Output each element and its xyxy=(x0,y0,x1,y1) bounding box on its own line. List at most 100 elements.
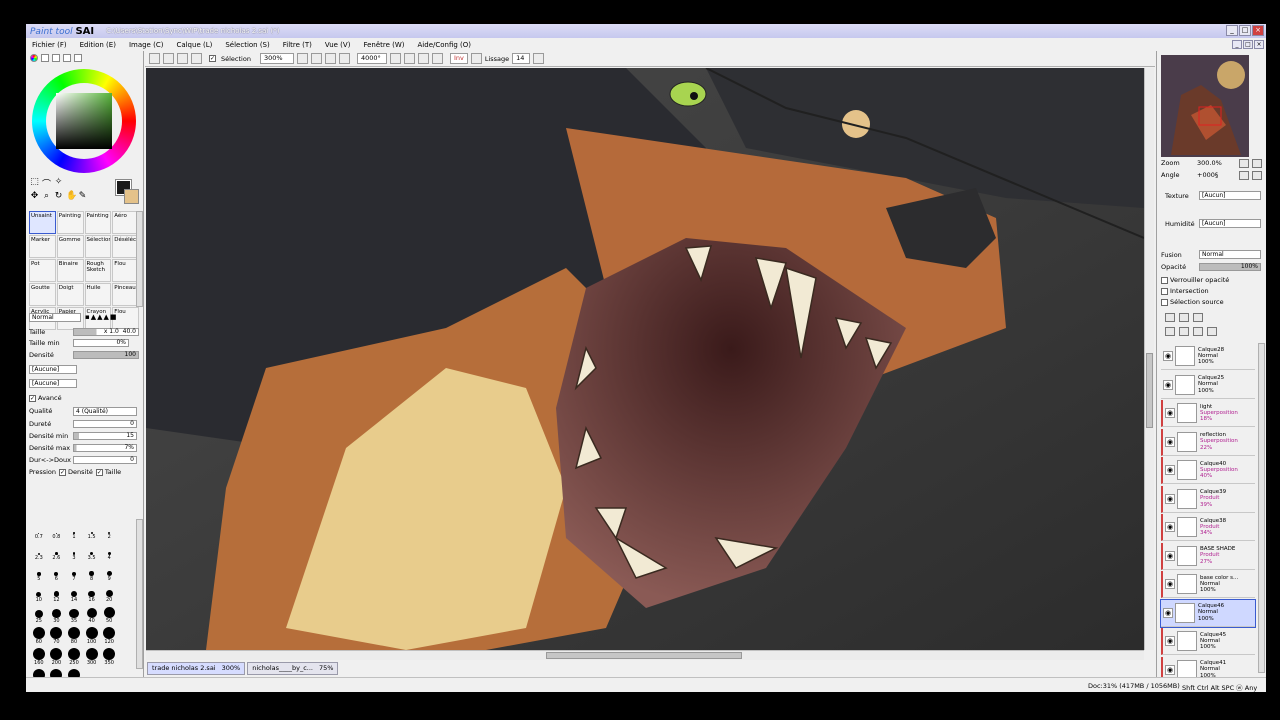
brush-tool[interactable]: Déséléct xyxy=(112,235,139,258)
brush-size-preset[interactable]: 2.3 xyxy=(30,542,48,561)
menu-aide[interactable]: Aide/Config (O) xyxy=(418,41,472,49)
texture-select[interactable]: [Aucun] xyxy=(1199,191,1261,200)
dens-max-slider[interactable]: 7% xyxy=(73,444,137,452)
brush-size-preset[interactable]: 100 xyxy=(83,626,101,645)
rect-select-icon[interactable]: ⬚ xyxy=(30,177,39,190)
doc-restore-button[interactable]: □ xyxy=(1243,40,1253,49)
fusion-select[interactable]: Normal xyxy=(1199,250,1261,259)
avance-checkbox[interactable]: ✓ xyxy=(29,394,36,402)
brush-size-preset[interactable]: 8 xyxy=(83,563,101,582)
mixer-icon[interactable] xyxy=(74,54,82,62)
brush-size-preset[interactable]: 3 xyxy=(65,542,83,561)
nav-zoom-in-icon[interactable] xyxy=(1252,159,1262,168)
intersection-checkbox[interactable] xyxy=(1161,287,1168,295)
verrouiller-checkbox[interactable] xyxy=(1161,276,1168,284)
brush-size-preset[interactable]: 2.6 xyxy=(48,542,66,561)
rgb-slider-icon[interactable] xyxy=(41,54,49,62)
brush-size-preset[interactable]: 40 xyxy=(83,605,101,624)
brush-tool[interactable]: Huile xyxy=(84,283,112,306)
menu-calque[interactable]: Calque (L) xyxy=(176,41,212,49)
menu-edition[interactable]: Edition (E) xyxy=(80,41,116,49)
angle-dropdown-button[interactable] xyxy=(389,53,401,64)
brush-size-preset[interactable]: 120 xyxy=(100,626,118,645)
maximize-button[interactable]: □ xyxy=(1239,25,1251,36)
layer-row[interactable]: ◉ light Superposition 18% xyxy=(1161,400,1255,427)
color-wheel-mode-icon[interactable] xyxy=(30,54,38,62)
layer-list-scrollbar[interactable] xyxy=(1258,343,1265,673)
brush-size-preset[interactable]: 10 xyxy=(30,584,48,603)
clear-layer-icon[interactable] xyxy=(1193,327,1203,336)
nav-zoom-out-icon[interactable] xyxy=(1239,159,1249,168)
brush-tool[interactable]: Aéro xyxy=(112,211,139,234)
drawing-canvas[interactable] xyxy=(146,68,1144,650)
brush-size-preset[interactable]: 1.5 xyxy=(83,521,101,540)
brush-size-preset[interactable]: 3.5 xyxy=(83,542,101,561)
brush-size-preset[interactable]: 60 xyxy=(30,626,48,645)
brush-tool[interactable]: Goutte xyxy=(29,283,56,306)
brush-size-preset[interactable]: 70 xyxy=(48,626,66,645)
lissage-dropdown-button[interactable] xyxy=(533,53,545,64)
saturation-value-square[interactable] xyxy=(56,93,112,149)
brush-tool[interactable]: Gomme xyxy=(56,235,84,258)
brush-size-preset[interactable]: 16 xyxy=(83,584,101,603)
brush-tool[interactable]: Pot xyxy=(29,259,56,282)
brush-tool[interactable]: Marker xyxy=(29,235,56,258)
layer-row[interactable]: ◉ Calque40 Superposition 40% xyxy=(1161,457,1255,484)
brush-size-preset[interactable]: 350 xyxy=(100,647,118,666)
pres-densite-checkbox[interactable]: ✓ xyxy=(59,468,67,476)
brush-size-scrollbar[interactable] xyxy=(136,519,143,669)
layer-visibility-icon[interactable]: ◉ xyxy=(1165,664,1175,675)
rotate-left-button[interactable] xyxy=(403,53,415,64)
brush-size-preset[interactable]: 0.7 xyxy=(30,521,48,540)
layer-visibility-icon[interactable]: ◉ xyxy=(1163,607,1173,618)
layer-row[interactable]: ◉ BASE SHADE Produit 27% xyxy=(1161,542,1255,570)
layer-visibility-icon[interactable]: ◉ xyxy=(1165,493,1175,504)
close-button[interactable]: × xyxy=(1252,25,1264,36)
texture2-select[interactable]: [Aucune] xyxy=(29,378,77,388)
invert-button[interactable] xyxy=(191,53,202,64)
undo-button[interactable] xyxy=(149,53,160,64)
brush-tool[interactable]: Unsaint xyxy=(29,211,56,234)
zoom-out-button[interactable] xyxy=(310,53,322,64)
humidite-select[interactable]: [Aucun] xyxy=(1199,219,1261,228)
merge-down-icon[interactable] xyxy=(1179,327,1189,336)
zoom-dropdown-button[interactable] xyxy=(296,53,308,64)
brush-size-preset[interactable]: 4 xyxy=(100,542,118,561)
brush-size-preset[interactable]: 200 xyxy=(48,647,66,666)
brush-size-preset[interactable]: 250 xyxy=(65,647,83,666)
menu-image[interactable]: Image (C) xyxy=(129,41,164,49)
brush-size-preset[interactable]: 6 xyxy=(48,563,66,582)
brush-tool[interactable]: Flou xyxy=(112,259,139,282)
zoom-in-button[interactable] xyxy=(324,53,336,64)
layer-row[interactable]: ◉ reflection Superposition 22% xyxy=(1161,428,1255,456)
new-layer-icon[interactable] xyxy=(1165,313,1175,322)
navigator-thumbnail[interactable] xyxy=(1161,55,1249,157)
menu-fenetre[interactable]: Fenêtre (W) xyxy=(363,41,404,49)
nav-rotate-left-icon[interactable] xyxy=(1239,171,1249,180)
layer-row[interactable]: ◉ Calque28 Normal 100% xyxy=(1161,343,1255,370)
brush-tool[interactable]: Painting xyxy=(84,211,112,234)
dens-min-slider[interactable]: 15 xyxy=(73,432,137,440)
zoom-field[interactable]: 300% xyxy=(259,53,294,64)
layer-row[interactable]: ◉ base color s... Normal 100% xyxy=(1161,571,1255,598)
brush-tool[interactable]: Pinceau xyxy=(112,283,139,306)
size-min-slider[interactable]: 0% xyxy=(73,339,129,347)
canvas-horizontal-scrollbar[interactable] xyxy=(146,650,1144,660)
blend-mode-select[interactable]: Normal xyxy=(29,312,81,322)
rotate-icon[interactable]: ↻ xyxy=(54,191,63,201)
stabilizer-icon[interactable] xyxy=(470,53,482,64)
selection-source-checkbox[interactable] xyxy=(1161,298,1168,306)
doc-tab-2[interactable]: nicholas____by_c... 75% xyxy=(247,662,339,675)
layer-visibility-icon[interactable]: ◉ xyxy=(1165,465,1175,475)
angle-field[interactable]: 4000° xyxy=(356,53,387,64)
menu-vue[interactable]: Vue (V) xyxy=(325,41,351,49)
rotate-right-button[interactable] xyxy=(417,53,429,64)
menu-selection[interactable]: Sélection (S) xyxy=(225,41,269,49)
doc-tab-1[interactable]: trade nicholas 2.sai 300% xyxy=(147,662,246,675)
quality-select[interactable]: 4 (Qualité) xyxy=(73,406,137,416)
brush-tool[interactable]: Painting xyxy=(56,211,84,234)
brush-size-preset[interactable]: 0.8 xyxy=(48,521,66,540)
copy-layer-icon[interactable] xyxy=(1165,327,1175,336)
layer-visibility-icon[interactable]: ◉ xyxy=(1163,351,1173,361)
magic-wand-icon[interactable]: ✧ xyxy=(54,177,63,190)
